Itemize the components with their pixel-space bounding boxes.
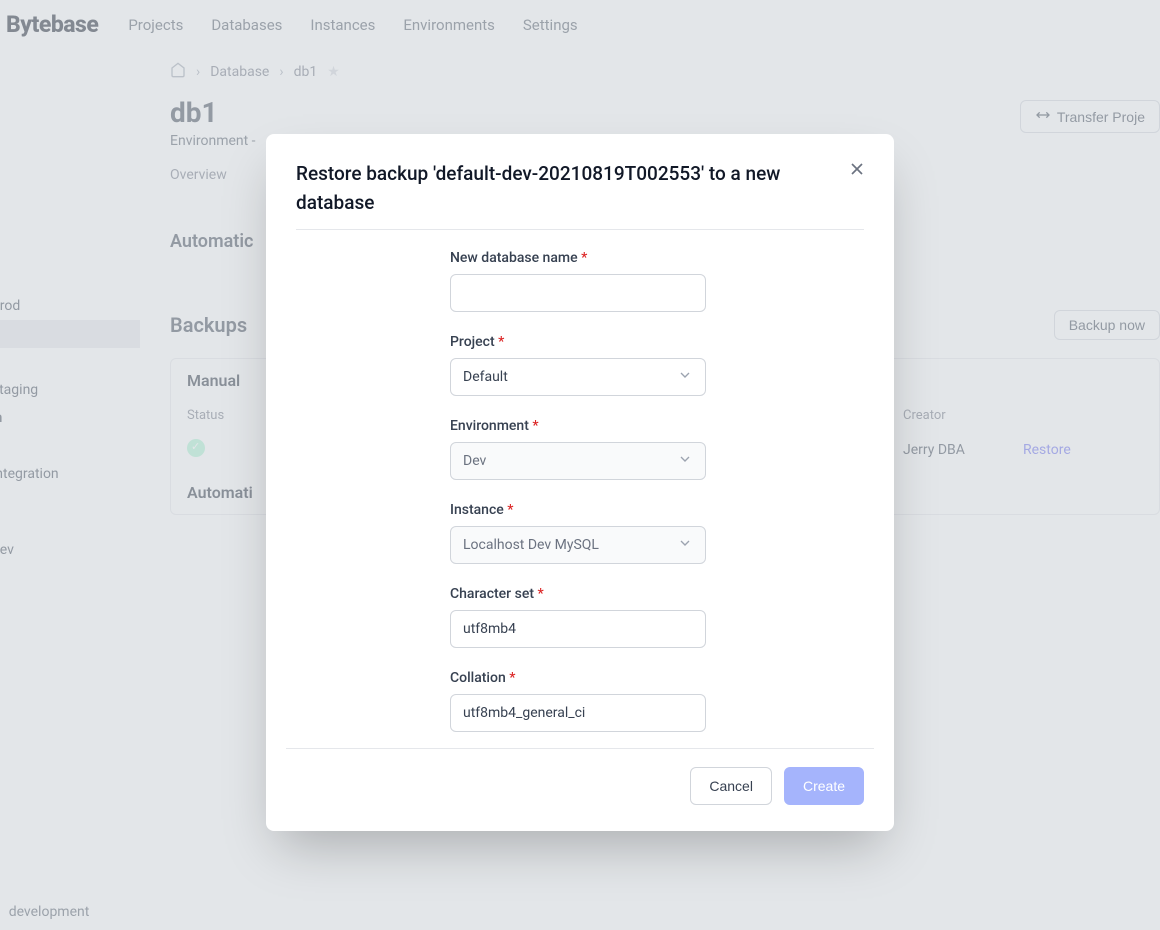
chevron-down-icon xyxy=(677,451,693,471)
instance-select[interactable]: Localhost Dev MySQL xyxy=(450,526,706,564)
env-value: Dev xyxy=(463,453,486,469)
label-dbname: New database name * xyxy=(450,250,706,266)
restore-modal: Restore backup 'default-dev-20210819T002… xyxy=(266,134,894,831)
create-button[interactable]: Create xyxy=(784,767,864,805)
label-collation: Collation * xyxy=(450,670,706,686)
charset-text[interactable] xyxy=(463,621,693,637)
project-select[interactable]: Default xyxy=(450,358,706,396)
modal-actions: Cancel Create xyxy=(296,767,864,805)
dbname-text[interactable] xyxy=(463,285,693,301)
new-database-name-input[interactable] xyxy=(450,274,706,312)
cancel-button[interactable]: Cancel xyxy=(690,767,772,805)
chevron-down-icon xyxy=(677,367,693,387)
chevron-down-icon xyxy=(677,535,693,555)
label-environment: Environment * xyxy=(450,418,706,434)
close-icon[interactable] xyxy=(846,158,868,180)
instance-value: Localhost Dev MySQL xyxy=(463,537,599,553)
modal-overlay[interactable]: Restore backup 'default-dev-20210819T002… xyxy=(0,0,1160,930)
environment-select[interactable]: Dev xyxy=(450,442,706,480)
collation-text[interactable] xyxy=(463,705,693,721)
label-project: Project * xyxy=(450,334,706,350)
modal-title: Restore backup 'default-dev-20210819T002… xyxy=(296,160,864,230)
collation-input[interactable] xyxy=(450,694,706,732)
divider xyxy=(286,748,874,749)
project-value: Default xyxy=(463,369,508,385)
label-instance: Instance * xyxy=(450,502,706,518)
charset-input[interactable] xyxy=(450,610,706,648)
label-charset: Character set * xyxy=(450,586,706,602)
